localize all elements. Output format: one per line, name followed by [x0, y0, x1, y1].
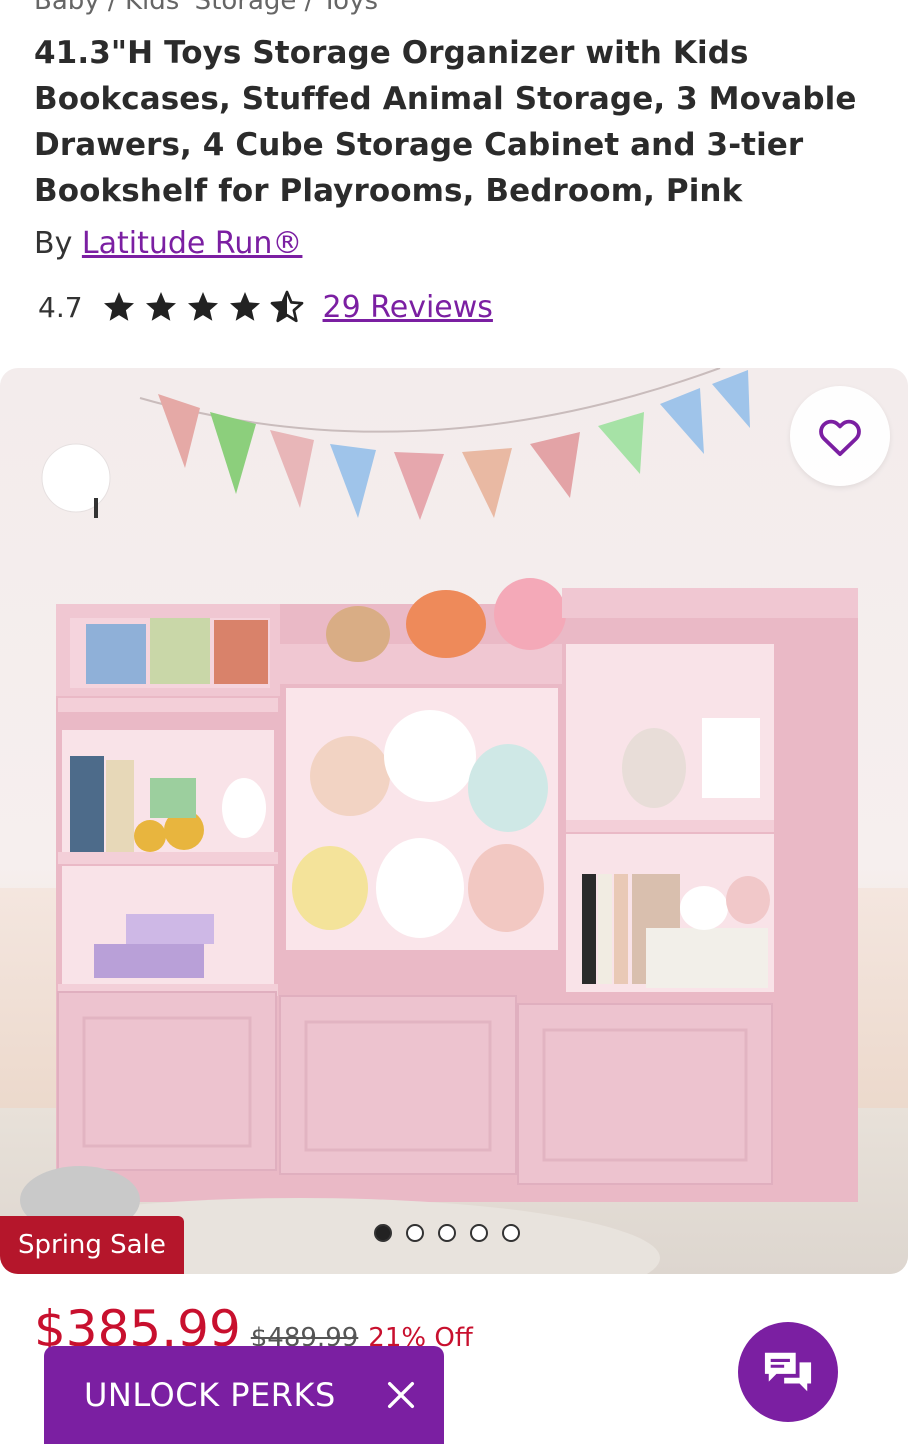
reviews-link[interactable]: 29 Reviews [323, 290, 493, 325]
close-icon[interactable] [384, 1378, 418, 1412]
gallery-dot[interactable] [470, 1224, 488, 1242]
product-title: 41.3"H Toys Storage Organizer with Kids … [34, 35, 857, 209]
star-full-icon [187, 292, 218, 321]
byline: By Latitude Run® [34, 226, 302, 261]
heart-icon [819, 419, 861, 457]
gallery-dot[interactable] [374, 1224, 392, 1242]
star-rating [101, 289, 305, 325]
chat-icon [764, 1352, 812, 1392]
unlock-perks-label: UNLOCK PERKS [84, 1376, 336, 1414]
unlock-perks-banner[interactable]: UNLOCK PERKS [44, 1346, 444, 1444]
star-full-icon [229, 292, 260, 321]
product-image-gallery[interactable]: Spring Sale [0, 368, 908, 1274]
star-full-icon [103, 292, 134, 321]
product-photo [0, 368, 858, 1274]
gallery-pagination [374, 1224, 520, 1242]
by-label: By [34, 226, 73, 261]
breadcrumb[interactable]: Baby / Kids' Storage / Toys [34, 0, 378, 16]
chat-button[interactable] [738, 1322, 838, 1422]
sale-badge: Spring Sale [0, 1216, 184, 1274]
rating-score: 4.7 [38, 290, 83, 324]
rating-row: 4.7 29 Reviews [38, 284, 493, 330]
star-half-icon [270, 290, 303, 323]
gallery-dot[interactable] [438, 1224, 456, 1242]
star-full-icon [145, 292, 176, 321]
brand-link[interactable]: Latitude Run® [82, 226, 303, 261]
gallery-dot[interactable] [502, 1224, 520, 1242]
favorite-button[interactable] [790, 386, 890, 486]
gallery-dot[interactable] [406, 1224, 424, 1242]
